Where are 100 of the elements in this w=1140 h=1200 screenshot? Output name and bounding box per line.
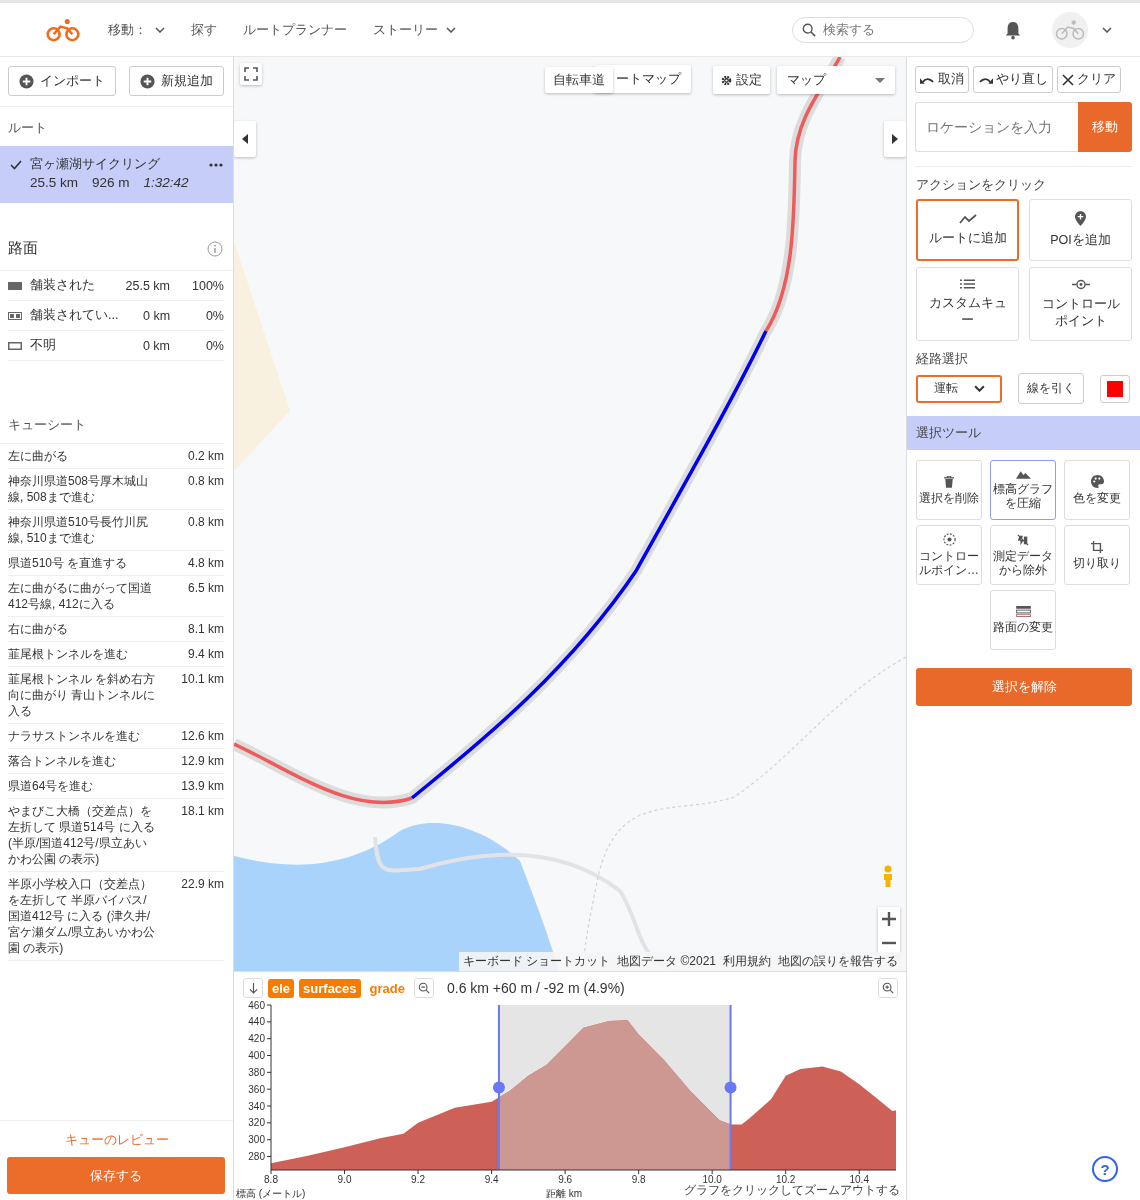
pin-icon (1075, 211, 1086, 226)
action-tile[interactable]: POIを追加 (1029, 199, 1132, 261)
check-icon (10, 160, 22, 170)
y-tick-label: 440 (248, 1016, 265, 1028)
help-button[interactable]: ? (1092, 1156, 1118, 1182)
cue-distance: 4.8 km (188, 555, 224, 571)
location-field[interactable]: ロケーションを入力 (915, 102, 1078, 152)
selection-handle[interactable] (492, 1004, 505, 1171)
section-heading: 経路選択 (916, 351, 969, 368)
list-icon (960, 279, 975, 289)
y-tick-label: 300 (248, 1134, 265, 1146)
cue-distance: 13.9 km (181, 778, 224, 794)
y-tick-label: 320 (248, 1117, 265, 1129)
tool-tile[interactable]: 標高グラフを圧縮 (990, 460, 1056, 520)
settings-button[interactable]: 設定 (713, 66, 770, 94)
cue-distance: 8.1 km (188, 621, 224, 637)
surface-name: 不明 (30, 337, 57, 354)
nav-link[interactable]: ルートプランナー (243, 20, 347, 39)
caret-icon (875, 77, 885, 83)
cue-instruction: 県道64号を進む (8, 778, 95, 794)
zoom-in-button[interactable] (878, 907, 900, 931)
mountain-icon (1015, 470, 1031, 479)
tool-tile[interactable]: 切り取り (1064, 525, 1130, 585)
y-tick-label: 380 (248, 1066, 265, 1078)
route-elevation: 926 m (92, 175, 130, 190)
cue-distance: 12.6 km (181, 728, 224, 744)
collapse-left-button[interactable] (234, 121, 256, 157)
x-tick-label: 8.8 (264, 1174, 278, 1185)
x-tick-label: 9.6 (558, 1174, 573, 1185)
cue-distance: 22.9 km (181, 876, 224, 893)
draw-line-button[interactable]: 線を引く (1018, 373, 1084, 404)
attribution-link[interactable]: 地図データ ©2021 (617, 953, 716, 970)
routing-dropdown[interactable]: 運転 (916, 374, 1002, 403)
cue-instruction: 半原小学校入口（交差点）を左折して 半原バイパス/国道412号 に入る (津久井/宮ケ瀬ダム/県立あいかわ公園 の表示) (8, 876, 157, 956)
cue-instruction: 左に曲がる (8, 448, 69, 464)
import-button[interactable]: インポート (8, 66, 116, 96)
zoom-in-button[interactable] (878, 978, 898, 998)
attribution-link[interactable]: 利用規約 (723, 953, 771, 970)
zoom-out-icon (417, 982, 430, 994)
more-icon[interactable] (209, 163, 223, 167)
cue-instruction: 県道510号 を直進する (8, 555, 129, 571)
add-button[interactable]: 新規追加 (129, 66, 224, 96)
fullscreen-icon (244, 67, 258, 81)
cyclist-logo[interactable] (46, 17, 80, 42)
action-tile[interactable]: カスタムキュー (916, 267, 1019, 341)
cue-instruction: 落合トンネルを進む (8, 753, 117, 769)
layer-button[interactable]: 自転車道 (545, 67, 613, 93)
x-tick-label: 9.4 (484, 1174, 499, 1185)
plus-icon (19, 73, 34, 89)
color-picker[interactable] (1100, 374, 1130, 403)
route-item[interactable]: 宮ヶ瀬湖サイクリング 25.5 km 926 m 1:32:42 (0, 146, 233, 203)
surface-distance: 0 km (141, 338, 170, 353)
cue-distance: 6.5 km (188, 580, 224, 597)
caret-icon[interactable] (1102, 26, 1112, 33)
x-axis-title: 距離 km (545, 1188, 583, 1199)
redo-button[interactable]: やり直し (973, 66, 1053, 93)
x-tick-label: 10.2 (775, 1174, 796, 1185)
cue-instruction: 韮尾根トンネル を斜め右方向に曲がり 青山トンネルに入る (8, 671, 157, 719)
crop-icon (1091, 540, 1103, 553)
collapse-right-button[interactable] (884, 121, 906, 157)
close-icon (1062, 73, 1074, 86)
surface-distance: 25.5 km (124, 278, 170, 293)
surface-name: 舗装された (30, 277, 96, 294)
undo-button[interactable]: 取消 (915, 66, 969, 93)
cue-instruction: 左に曲がるに曲がって国道412号線, 412に入る (8, 580, 153, 612)
cue-instruction: ナラサストンネルを進む (8, 728, 141, 744)
surface-percent: 0% (204, 308, 224, 323)
selection-handle[interactable] (724, 1004, 737, 1171)
map-type-dropdown[interactable]: マップ (777, 66, 895, 94)
collapse-button[interactable] (243, 978, 263, 998)
nav-link[interactable]: 探す (191, 20, 217, 39)
cue-instruction: 韮尾根トンネルを進む (8, 646, 129, 662)
clear-button[interactable]: クリア (1057, 66, 1121, 93)
action-tile[interactable]: コントロールポイント (1029, 267, 1132, 341)
plus-icon (882, 912, 896, 926)
bell-icon[interactable] (1004, 19, 1022, 40)
zoom-out-button[interactable] (878, 931, 900, 955)
surface-distance: 0 km (142, 308, 171, 323)
attribution-link[interactable]: 地図の誤りを報告する (778, 953, 898, 970)
fullscreen-button[interactable] (240, 63, 262, 85)
tool-tile[interactable]: 色を変更 (1064, 460, 1130, 520)
tool-tile[interactable]: コントロールポイン… (916, 525, 982, 585)
tool-tile[interactable]: 路面の変更 (990, 590, 1056, 650)
nav-link[interactable]: 移動： (108, 20, 165, 39)
section-heading: 路面 (8, 239, 38, 258)
section-heading: ルート (7, 119, 48, 137)
palette-icon (1090, 475, 1104, 488)
surface-percent: 100% (191, 278, 224, 293)
search-field[interactable]: 検索する (792, 16, 974, 43)
action-tile[interactable]: ルートに追加 (916, 199, 1019, 261)
zoom-out-button[interactable] (413, 978, 434, 998)
line-chart-icon (958, 213, 977, 224)
attribution-link[interactable]: キーボード ショートカット (462, 953, 611, 970)
tool-tile[interactable]: 測定データから除外 (990, 525, 1056, 585)
tool-tile[interactable]: 選択を削除 (916, 460, 982, 520)
nav-link[interactable]: ストーリー (373, 20, 456, 39)
elevation-profile[interactable] (271, 1005, 896, 1170)
zoom-in-icon (882, 982, 894, 994)
minus-icon (882, 941, 896, 945)
dashed-bar-icon (8, 311, 22, 320)
